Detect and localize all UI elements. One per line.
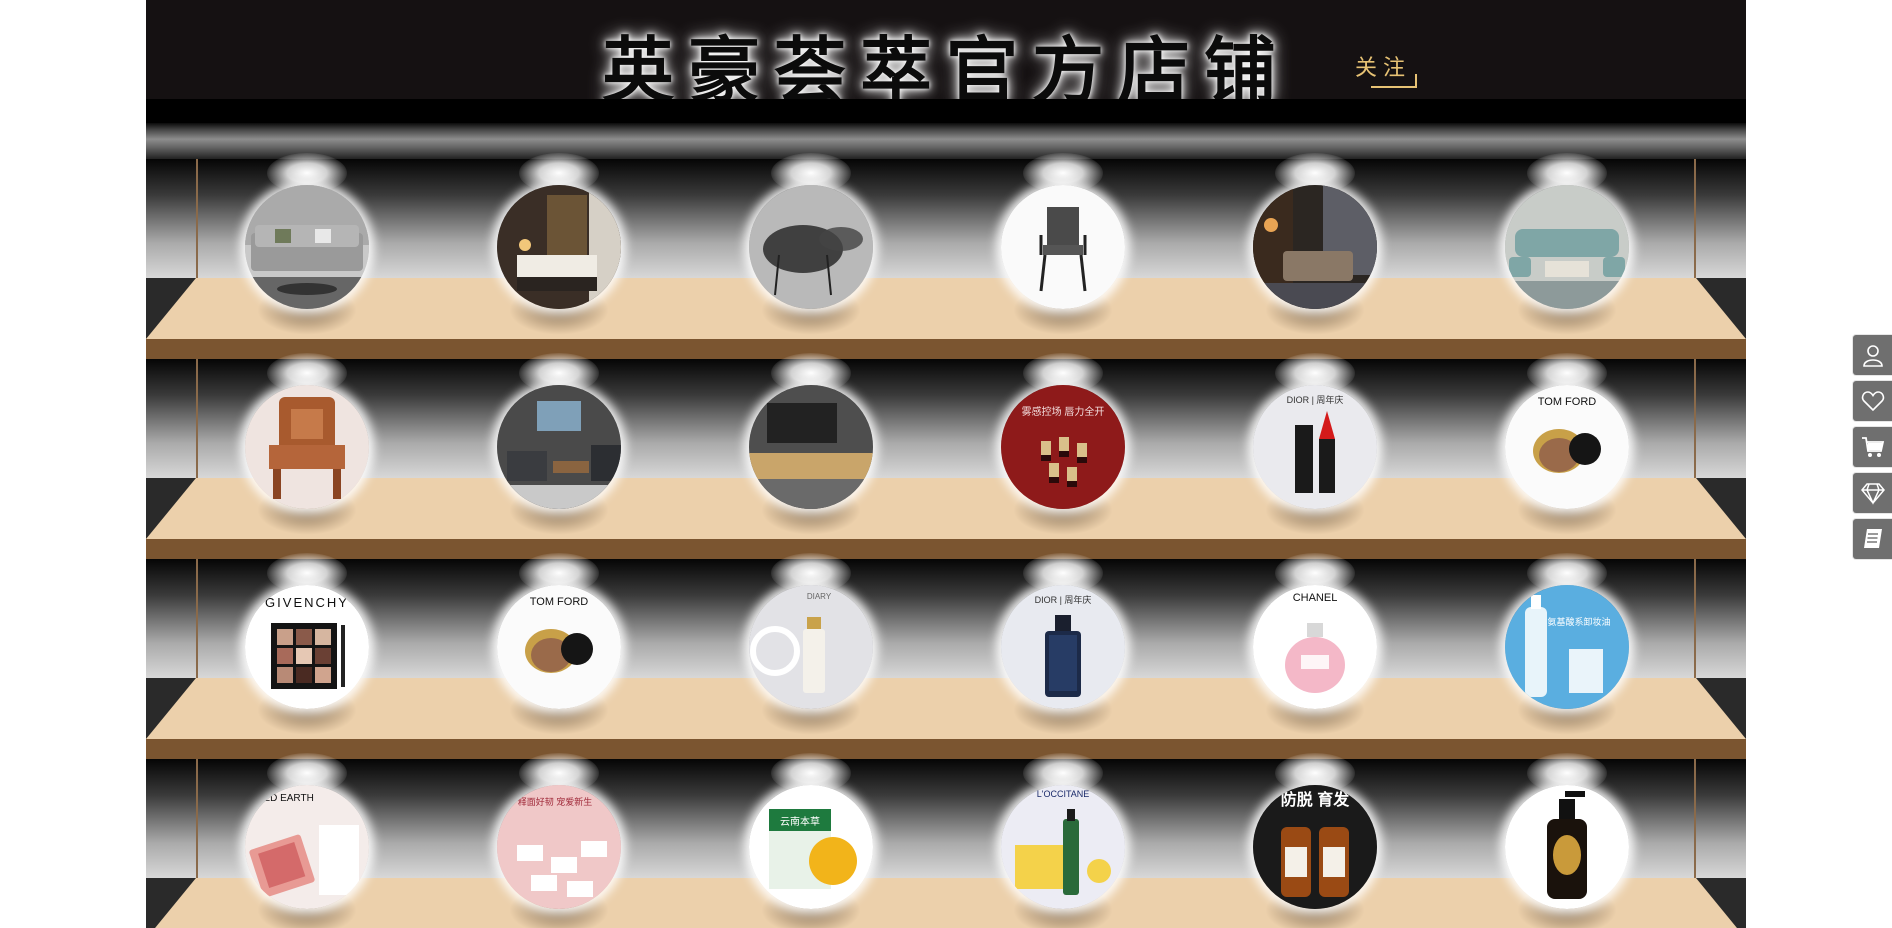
metal-rail xyxy=(146,123,1746,159)
shelf-edge xyxy=(146,739,1746,759)
product-anti-hairloss-shampoo[interactable]: 防脱 育发 xyxy=(1253,785,1377,909)
right-sidebar xyxy=(1852,334,1892,564)
shelf-board xyxy=(146,678,1746,739)
dior-sauvage-text: DIOR | 周年庆 xyxy=(1035,594,1092,605)
givenchy-palette-photo: GIVENCHY xyxy=(245,585,369,709)
product-chanel-perfume[interactable]: CHANEL xyxy=(1253,585,1377,709)
product-loccitane-hair[interactable]: L'OCCITANE xyxy=(1001,785,1125,909)
shelf-edge xyxy=(146,539,1746,559)
sidebar-user-button[interactable] xyxy=(1852,334,1892,376)
round-table-photo xyxy=(749,185,873,309)
header-divider xyxy=(146,99,1746,123)
chanel-text: CHANEL xyxy=(1293,592,1338,604)
tom-ford-cushion-photo: TOM FORD xyxy=(1505,385,1629,509)
serum-text: DIARY xyxy=(807,592,832,601)
product-dior-sauvage[interactable]: DIOR | 周年庆 xyxy=(1001,585,1125,709)
shelf-edge xyxy=(146,339,1746,359)
follow-label: 关注 xyxy=(1355,56,1412,81)
product-lounge-sofa[interactable] xyxy=(1253,185,1377,309)
shelf-board xyxy=(146,278,1746,339)
carved-armchair-photo xyxy=(245,385,369,509)
user-icon xyxy=(1863,345,1883,367)
product-blush-compact[interactable]: RED EARTH xyxy=(245,785,369,909)
anti-hairloss-text: 防脱 育发 xyxy=(1281,790,1350,809)
dior-sauvage-photo: DIOR | 周年庆 xyxy=(1001,585,1125,709)
product-tom-ford-cushion-2[interactable]: TOM FORD xyxy=(497,585,621,709)
bedroom-photo xyxy=(497,185,621,309)
product-hair-serum-bottle[interactable] xyxy=(1505,785,1629,909)
product-givenchy-palette[interactable]: GIVENCHY xyxy=(245,585,369,709)
tv-cabinet-photo xyxy=(749,385,873,509)
soap-gift-text: 释面好韧 宠爱新生 xyxy=(518,796,593,807)
yunnan-text: 云南本草 xyxy=(780,815,820,828)
lipstick-set-text: 雾感控场 唇力全开 xyxy=(1022,405,1105,418)
shelf-post-right xyxy=(1694,159,1696,279)
sidebar-vip-button[interactable] xyxy=(1852,472,1892,514)
gray-sofa-photo xyxy=(245,185,369,309)
product-serum-bottle[interactable]: DIARY xyxy=(749,585,873,709)
shelf-row-3: GIVENCHY TOM FORD DIARY DIOR | 周年庆 CHANE… xyxy=(146,553,1746,759)
cleansing-oil-photo: 氨基酸系卸妆油 xyxy=(1505,585,1629,709)
blush-compact-photo: RED EARTH xyxy=(245,785,369,909)
shelf-row-2: 雾感控场 唇力全开 DIOR | 周年庆 TOM FORD xyxy=(146,353,1746,559)
product-carved-armchair[interactable] xyxy=(245,385,369,509)
serum-bottle-photo: DIARY xyxy=(749,585,873,709)
anti-hairloss-shampoo-photo: 防脱 育发 xyxy=(1253,785,1377,909)
tom-ford-text: TOM FORD xyxy=(530,596,589,608)
living-room-set-photo xyxy=(1505,185,1629,309)
shelf-row-1 xyxy=(146,153,1746,359)
chair-photo xyxy=(1001,185,1125,309)
diamond-icon xyxy=(1861,483,1885,505)
dior-lipstick-photo: DIOR | 周年庆 xyxy=(1253,385,1377,509)
shelf-post-left xyxy=(196,159,198,279)
product-tom-ford-cushion[interactable]: TOM FORD xyxy=(1505,385,1629,509)
sidebar-favorites-button[interactable] xyxy=(1852,380,1892,422)
product-living-room-set[interactable] xyxy=(1505,185,1629,309)
follow-button[interactable]: 关注 xyxy=(1351,50,1419,88)
follow-corner-line xyxy=(1415,74,1417,88)
shelf-post-right xyxy=(1694,759,1696,879)
shelf-post-left xyxy=(196,759,198,879)
product-soap-gift[interactable]: 释面好韧 宠爱新生 xyxy=(497,785,621,909)
cart-icon xyxy=(1862,437,1885,457)
product-chair[interactable] xyxy=(1001,185,1125,309)
cleansing-oil-text: 氨基酸系卸妆油 xyxy=(1547,616,1610,627)
product-round-table[interactable] xyxy=(749,185,873,309)
product-tv-cabinet[interactable] xyxy=(749,385,873,509)
shelf-post-left xyxy=(196,559,198,679)
tom-ford-text: TOM FORD xyxy=(1538,396,1597,408)
book-icon xyxy=(1864,529,1882,548)
product-dior-lipstick[interactable]: DIOR | 周年庆 xyxy=(1253,385,1377,509)
product-yunnan-herbal-soap[interactable]: 云南本草 xyxy=(749,785,873,909)
yunnan-herbal-soap-photo: 云南本草 xyxy=(749,785,873,909)
store-header: 英豪荟萃官方店铺 关注 xyxy=(146,0,1746,113)
shelf-board xyxy=(146,878,1746,928)
loccitane-hair-photo: L'OCCITANE xyxy=(1001,785,1125,909)
product-gray-sofa[interactable] xyxy=(245,185,369,309)
loccitane-text: L'OCCITANE xyxy=(1037,789,1090,799)
shelf-post-right xyxy=(1694,559,1696,679)
product-bedroom[interactable] xyxy=(497,185,621,309)
shelf-board xyxy=(146,478,1746,539)
shelf-post-right xyxy=(1694,359,1696,479)
shelf-post-left xyxy=(196,359,198,479)
sidebar-cart-button[interactable] xyxy=(1852,426,1892,468)
follow-underline xyxy=(1371,86,1415,88)
product-cleansing-oil[interactable]: 氨基酸系卸妆油 xyxy=(1505,585,1629,709)
shelf-row-4: RED EARTH 释面好韧 宠爱新生 云南本草 L'OCCITANE 防脱 育… xyxy=(146,753,1746,928)
chanel-perfume-photo: CHANEL xyxy=(1253,585,1377,709)
dior-lipstick-text: DIOR | 周年庆 xyxy=(1287,394,1344,405)
hair-serum-bottle-photo xyxy=(1505,785,1629,909)
product-lipstick-set[interactable]: 雾感控场 唇力全开 xyxy=(1001,385,1125,509)
soap-gift-photo: 释面好韧 宠爱新生 xyxy=(497,785,621,909)
heart-icon xyxy=(1861,391,1885,412)
product-modern-living-room[interactable] xyxy=(497,385,621,509)
modern-living-room-photo xyxy=(497,385,621,509)
givenchy-text: GIVENCHY xyxy=(265,595,349,610)
lounge-sofa-photo xyxy=(1253,185,1377,309)
sidebar-orders-button[interactable] xyxy=(1852,518,1892,560)
tom-ford-cushion-photo: TOM FORD xyxy=(497,585,621,709)
store-display: 英豪荟萃官方店铺 关注 雾感控场 唇力全开 DIOR | 周年庆 TOM FOR… xyxy=(146,0,1746,928)
lipstick-set-photo: 雾感控场 唇力全开 xyxy=(1001,385,1125,509)
